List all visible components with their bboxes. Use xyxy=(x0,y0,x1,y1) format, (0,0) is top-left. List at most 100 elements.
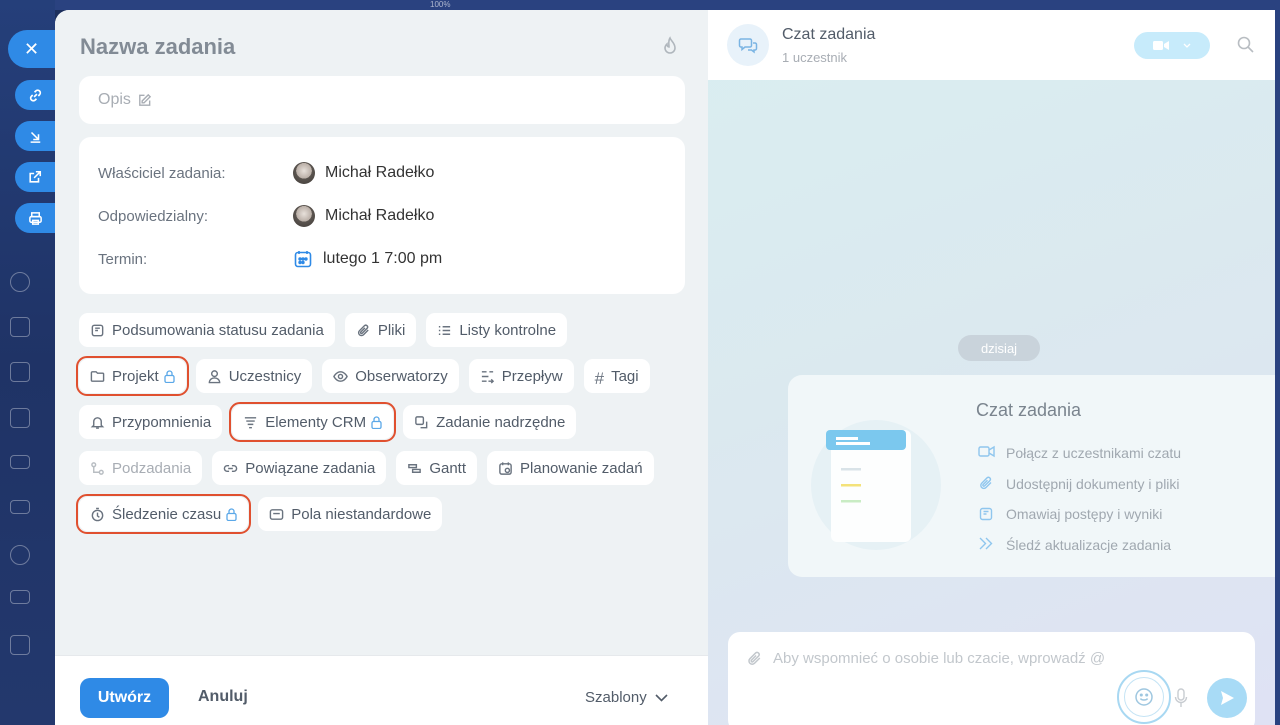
task-form-footer: Utwórz Anuluj Szablony xyxy=(55,655,708,725)
users-icon xyxy=(10,545,30,565)
fire-icon[interactable] xyxy=(660,36,680,58)
calendar-icon xyxy=(10,317,30,337)
chip-parent-task[interactable]: Zadanie nadrzędne xyxy=(403,405,577,439)
welcome-features: Połącz z uczestnikami czatu Udostępnij d… xyxy=(978,438,1181,560)
chip-label: Przypomnienia xyxy=(112,413,212,431)
day-separator: dzisiaj xyxy=(958,335,1040,361)
chip-row: Śledzenie czasu Pola niestandardowe xyxy=(75,494,699,534)
description-label: Opis xyxy=(98,91,131,108)
emoji-button[interactable] xyxy=(1117,670,1171,724)
open-new-window-button[interactable] xyxy=(15,162,55,192)
send-button[interactable] xyxy=(1207,678,1247,718)
planning-calendar-icon xyxy=(498,461,513,476)
welcome-item-text: Omawiaj postępy i wyniki xyxy=(1006,506,1163,523)
double-chevron-icon xyxy=(978,536,995,553)
chip-checklists[interactable]: Listy kontrolne xyxy=(426,313,568,347)
video-call-button[interactable] xyxy=(1134,32,1210,59)
chip-participants[interactable]: Uczestnicy xyxy=(195,359,313,393)
deadline-text: lutego 1 7:00 pm xyxy=(323,250,443,267)
chip-status-summaries[interactable]: Podsumowania statusu zadania xyxy=(79,313,335,347)
minimize-button[interactable] xyxy=(15,121,55,151)
task-form: Nazwa zadania Opis Właściciel zadania: M… xyxy=(55,10,708,725)
custom-fields-icon xyxy=(269,507,284,522)
chip-label: Elementy CRM xyxy=(265,413,367,431)
avatar xyxy=(293,205,315,227)
chip-row: Projekt Uczestnicy Obserwatorzy Przepływ… xyxy=(76,356,699,396)
chat-bubbles-icon xyxy=(738,38,758,54)
smile-icon xyxy=(1124,677,1164,717)
chip-row: Przypomnienia Elementy CRM Zadanie nadrz… xyxy=(79,402,699,442)
folder-icon xyxy=(90,369,105,384)
chip-row: Podzadania Powiązane zadania Gantt Plano… xyxy=(79,451,699,485)
arrow-down-right-icon xyxy=(30,131,41,143)
task-title-input[interactable]: Nazwa zadania xyxy=(80,34,235,60)
chip-label: Śledzenie czasu xyxy=(112,505,222,523)
chip-label: Podsumowania statusu zadania xyxy=(112,321,324,339)
create-button[interactable]: Utwórz xyxy=(80,678,169,718)
responsible-name: Michał Radełko xyxy=(325,207,435,224)
card-icon xyxy=(10,455,30,469)
chip-label: Przepływ xyxy=(501,367,563,385)
cancel-button[interactable]: Anuluj xyxy=(198,688,248,706)
message-composer[interactable]: Aby wspomnieć o osobie lub czacie, wprow… xyxy=(728,632,1255,725)
chip-project[interactable]: Projekt xyxy=(76,356,189,396)
responsible-value[interactable]: Michał Radełko xyxy=(293,205,434,227)
task-chat: Czat zadania 1 uczestnik dzisiaj Czat za… xyxy=(708,10,1275,725)
chip-time-tracking[interactable]: Śledzenie czasu xyxy=(75,494,252,534)
chip-tags[interactable]: # Tagi xyxy=(583,359,650,393)
bell-icon xyxy=(90,415,105,430)
chat-welcome-card: Czat zadania Połącz z uczestnikami czatu… xyxy=(788,375,1275,577)
checklist-icon xyxy=(437,323,452,338)
chip-label: Planowanie zadań xyxy=(520,459,643,477)
chip-label: Projekt xyxy=(112,367,159,385)
hashtag-icon: # xyxy=(594,368,605,388)
chip-related-tasks[interactable]: Powiązane zadania xyxy=(212,451,387,485)
chip-custom-fields[interactable]: Pola niestandardowe xyxy=(258,497,443,531)
subtask-icon xyxy=(90,461,105,476)
lock-icon xyxy=(226,507,237,521)
external-link-icon xyxy=(29,170,42,183)
owner-name: Michał Radełko xyxy=(325,164,435,181)
print-button[interactable] xyxy=(15,203,55,233)
top-strip: 100% xyxy=(55,0,1280,10)
parent-task-icon xyxy=(414,415,429,430)
chip-subtasks[interactable]: Podzadania xyxy=(79,451,203,485)
owner-value[interactable]: Michał Radełko xyxy=(293,162,434,184)
chip-crm-items[interactable]: Elementy CRM xyxy=(229,402,396,442)
list-item: Śledź aktualizacje zadania xyxy=(978,530,1181,561)
description-field[interactable]: Opis xyxy=(79,76,685,124)
crm-icon xyxy=(243,415,258,430)
chip-files[interactable]: Pliki xyxy=(344,313,417,347)
paperclip-icon[interactable] xyxy=(746,650,763,667)
description-placeholder: Opis xyxy=(98,91,152,109)
zoom-label: 100% xyxy=(430,0,451,9)
welcome-item-text: Połącz z uczestnikami czatu xyxy=(1006,445,1182,462)
message-input[interactable]: Aby wspomnieć o osobie lub czacie, wprow… xyxy=(773,650,1105,667)
chip-task-planning[interactable]: Planowanie zadań xyxy=(487,451,654,485)
close-slider-button[interactable]: ✕ xyxy=(8,30,55,68)
link-icon xyxy=(29,88,41,102)
welcome-title: Czat zadania xyxy=(976,400,1082,420)
responsible-row: Odpowiedzialny: Michał Radełko xyxy=(98,205,434,227)
microphone-icon[interactable] xyxy=(1174,688,1188,708)
copy-link-button[interactable] xyxy=(15,80,55,110)
flow-icon xyxy=(480,369,495,384)
chip-label: Zadanie nadrzędne xyxy=(436,413,566,431)
welcome-item-text: Śledź aktualizacje zadania xyxy=(1006,536,1171,553)
chip-label: Pliki xyxy=(377,321,406,339)
chip-reminders[interactable]: Przypomnienia xyxy=(79,405,223,439)
chip-gantt[interactable]: Gantt xyxy=(396,451,478,485)
deadline-value[interactable]: lutego 1 7:00 pm xyxy=(293,249,442,269)
chat-subtitle[interactable]: 1 uczestnik xyxy=(782,50,847,65)
list-item: Omawiaj postępy i wyniki xyxy=(978,499,1181,530)
chip-flow[interactable]: Przepływ xyxy=(468,359,574,393)
chip-observers[interactable]: Obserwatorzy xyxy=(322,359,459,393)
templates-dropdown[interactable]: Szablony xyxy=(585,689,668,706)
chip-label: Obserwatorzy xyxy=(355,367,448,385)
eye-icon xyxy=(333,369,349,384)
chip-label: Tagi xyxy=(611,367,639,385)
avatar xyxy=(293,162,315,184)
sidebar-circle-icon xyxy=(10,272,30,292)
grid-icon xyxy=(10,635,30,655)
search-icon[interactable] xyxy=(1237,36,1254,53)
